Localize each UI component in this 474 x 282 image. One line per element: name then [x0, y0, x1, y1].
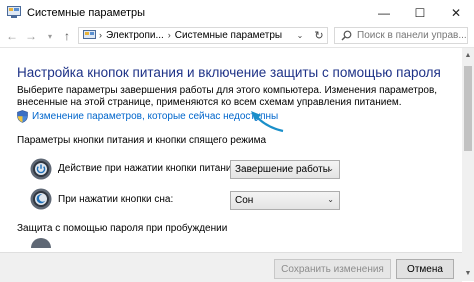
search-icon	[341, 30, 352, 41]
page-description: Выберите параметры завершения работы для…	[17, 85, 438, 108]
search-placeholder: Поиск в панели управ...	[357, 30, 467, 41]
section-title-password: Защита с помощью пароля при пробуждении	[17, 223, 228, 234]
sleep-button-action-select[interactable]: Сон ⌄	[230, 191, 340, 210]
back-arrow-icon[interactable]: ←	[5, 26, 19, 46]
sleep-button-action-value: Сон	[235, 195, 254, 206]
uac-shield-icon	[17, 110, 28, 123]
cancel-button[interactable]: Отмена	[396, 259, 454, 279]
chevron-down-icon[interactable]: ⌄	[293, 28, 307, 43]
divider	[0, 47, 474, 48]
power-button-action-label: Действие при нажатии кнопки питания:	[58, 163, 240, 174]
breadcrumb-item-system-settings[interactable]: Системные параметры	[175, 30, 282, 41]
power-button-action-select[interactable]: Завершение работы ⌄	[230, 160, 340, 179]
breadcrumb-item-power[interactable]: Электропи...	[106, 30, 164, 41]
navigation-bar: ← → ▾ ↑ › Электропи... › Системные парам…	[0, 26, 474, 46]
change-unavailable-settings-link[interactable]: Изменение параметров, которые сейчас нед…	[32, 111, 278, 122]
close-button[interactable]: ✕	[438, 0, 474, 26]
title-bar: Системные параметры — ☐ ✕	[0, 0, 474, 26]
control-panel-icon	[7, 6, 21, 18]
save-changes-button[interactable]: Сохранить изменения	[274, 259, 391, 279]
recent-locations-icon[interactable]: ▾	[44, 26, 56, 46]
page-title: Настройка кнопок питания и включение защ…	[17, 65, 441, 80]
breadcrumb-separator: ›	[99, 30, 102, 40]
up-arrow-icon[interactable]: ↑	[60, 26, 74, 46]
footer-bar: Сохранить изменения Отмена	[0, 252, 462, 282]
scrollbar-thumb[interactable]	[464, 66, 472, 151]
search-input[interactable]: Поиск в панели управ...	[334, 27, 468, 44]
maximize-button[interactable]: ☐	[402, 0, 438, 26]
breadcrumb: › Электропи... › Системные параметры	[99, 30, 282, 41]
forward-arrow-icon[interactable]: →	[24, 26, 38, 46]
scroll-up-icon[interactable]: ▲	[462, 50, 474, 60]
sleep-button-icon	[30, 188, 52, 210]
window-title: Системные параметры	[27, 7, 146, 19]
chevron-down-icon: ⌄	[327, 164, 334, 173]
control-panel-icon	[83, 30, 96, 39]
vertical-scrollbar[interactable]: ▲ ▼	[462, 48, 474, 281]
chevron-down-icon: ⌄	[327, 195, 334, 204]
sleep-button-action-label: При нажатии кнопки сна:	[58, 194, 174, 205]
power-button-icon	[30, 158, 52, 180]
power-button-action-value: Завершение работы	[235, 164, 330, 175]
password-protection-icon	[31, 238, 51, 248]
scroll-down-icon[interactable]: ▼	[462, 268, 474, 278]
breadcrumb-separator: ›	[167, 30, 171, 40]
section-title-buttons: Параметры кнопки питания и кнопки спящег…	[17, 135, 267, 146]
address-bar[interactable]: › Электропи... › Системные параметры ⌄ ↻	[78, 27, 328, 44]
annotation-arrow-icon	[251, 111, 284, 133]
refresh-icon[interactable]: ↻	[311, 28, 327, 43]
minimize-button[interactable]: —	[366, 0, 402, 26]
